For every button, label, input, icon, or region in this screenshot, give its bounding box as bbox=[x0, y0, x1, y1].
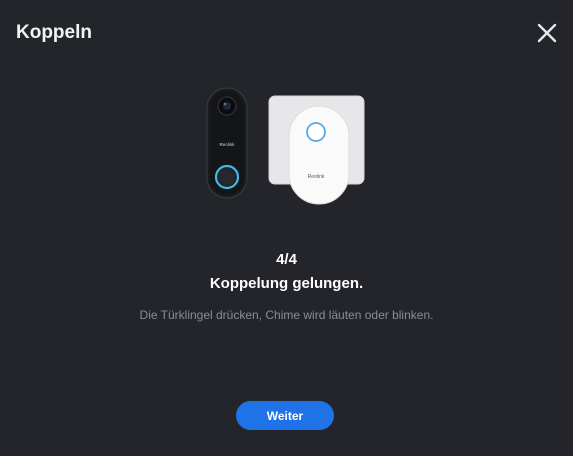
step-indicator: 4/4 bbox=[276, 251, 297, 268]
device-illustration: Reolink Reolink bbox=[203, 86, 368, 206]
dialog-title: Koppeln bbox=[16, 22, 92, 43]
next-button[interactable]: Weiter bbox=[236, 401, 334, 430]
doorbell-brand: Reolink bbox=[219, 142, 235, 147]
chime-brand: Reolink bbox=[308, 174, 325, 180]
instruction-text: Die Türklingel drücken, Chime wird läute… bbox=[139, 308, 434, 322]
doorbell-image: Reolink bbox=[206, 87, 248, 199]
pairing-dialog: Koppeln Reolink Reolink 4/4 Koppelung ge… bbox=[0, 0, 573, 456]
close-icon[interactable] bbox=[535, 21, 559, 45]
chime-image: Reolink bbox=[268, 95, 365, 205]
success-heading: Koppelung gelungen. bbox=[209, 275, 364, 292]
